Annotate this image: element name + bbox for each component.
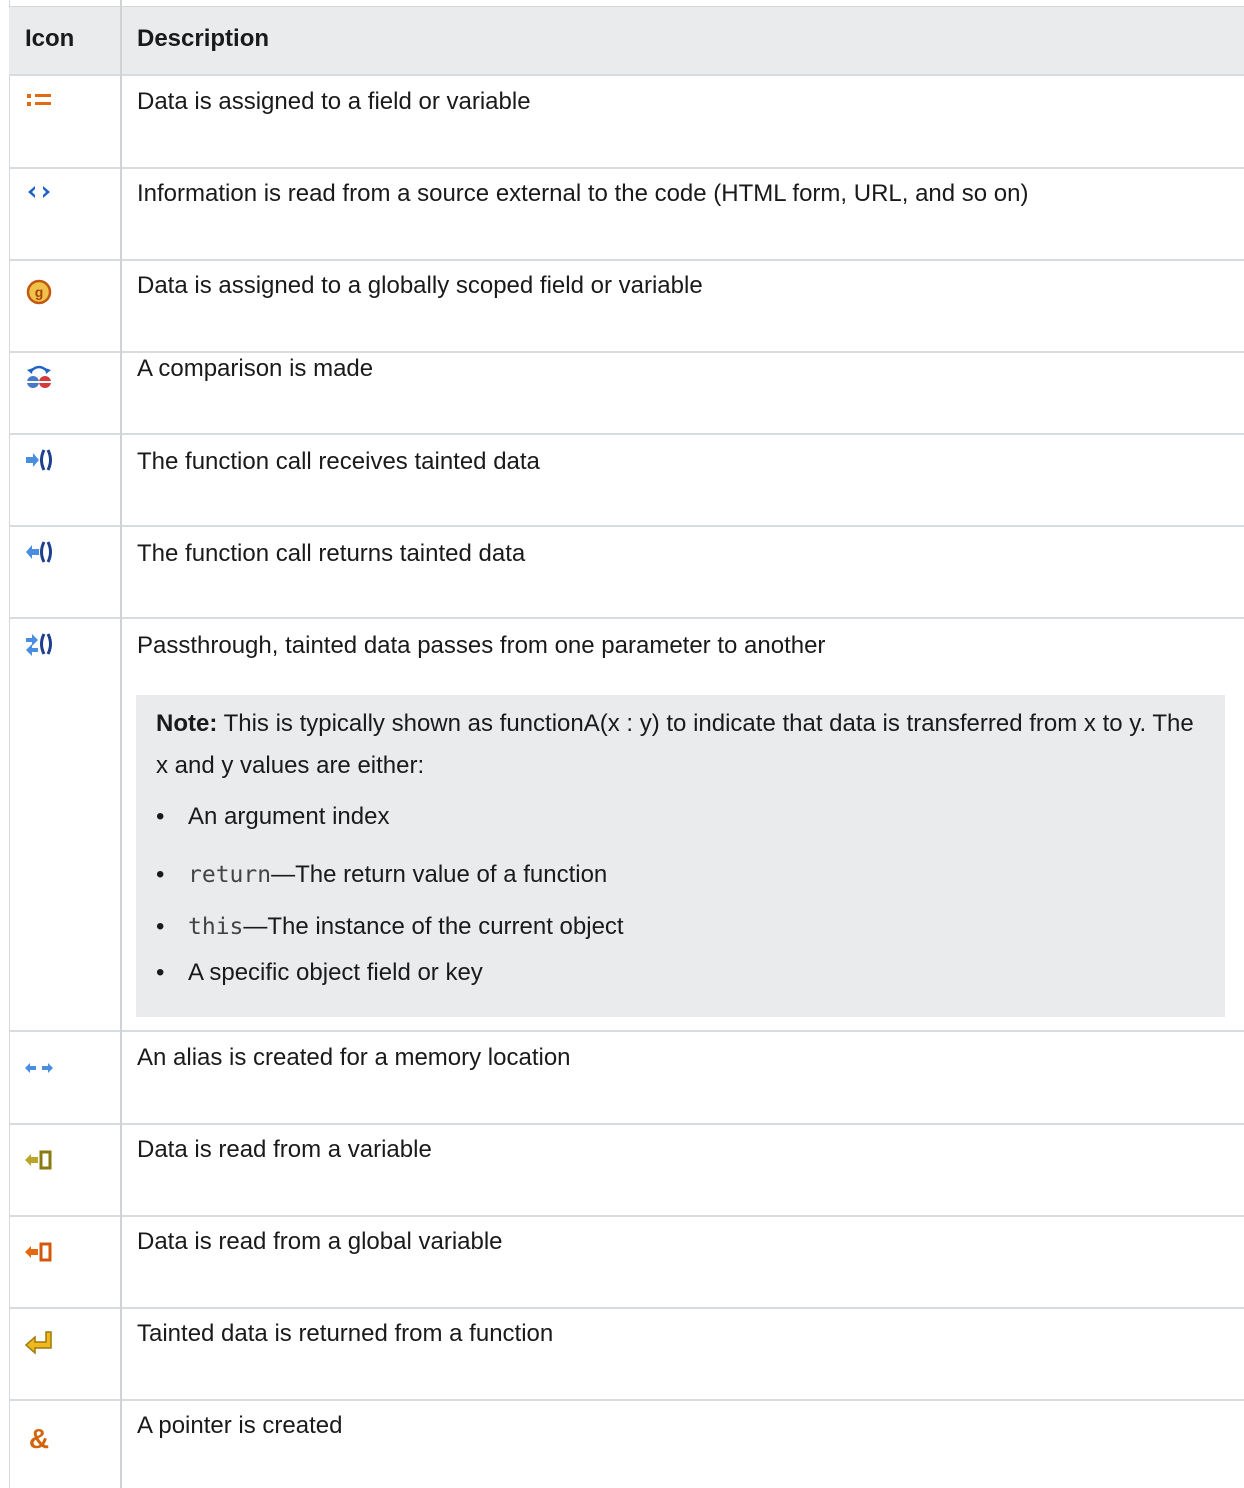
list-item: • return—The return value of a function <box>156 861 608 888</box>
row-description: The function call receives tainted data <box>137 448 540 475</box>
table-row: & A pointer is created <box>9 1401 1244 1488</box>
table-row: Tainted data is returned from a function <box>9 1309 1244 1401</box>
svg-text:g: g <box>35 284 44 300</box>
svg-text:&: & <box>29 1423 49 1453</box>
table-row: g Data is assigned to a globally scoped … <box>9 261 1244 353</box>
list-item: • An argument index <box>156 803 390 830</box>
table-row: Data is read from a variable <box>9 1125 1244 1217</box>
comparison-icon <box>24 361 54 391</box>
bullet-code: this <box>188 914 244 940</box>
external-read-icon <box>24 177 54 207</box>
table-row: The function call returns tainted data <box>9 527 1244 619</box>
row-description: An alias is created for a memory locatio… <box>137 1044 571 1071</box>
row-description: A pointer is created <box>137 1412 343 1439</box>
row-description: The function call returns tainted data <box>137 540 526 567</box>
header-icon: Icon <box>25 25 75 52</box>
row-description: Data is assigned to a field or variable <box>137 88 531 115</box>
note-label: Note: <box>156 710 218 737</box>
passthrough-icon <box>24 629 54 659</box>
bullet-text: An argument index <box>188 803 390 830</box>
note-text: This is typically shown as functionA(x :… <box>156 710 1194 779</box>
bullet-text: —The instance of the current object <box>243 913 624 940</box>
row-description: Information is read from a source extern… <box>137 180 1029 207</box>
row-description: Data is assigned to a globally scoped fi… <box>137 272 703 299</box>
call-returns-icon <box>24 537 54 567</box>
assign-icon <box>24 85 54 115</box>
read-variable-icon <box>24 1145 54 1175</box>
row-description: Passthrough, tainted data passes from on… <box>137 632 826 659</box>
note-box: Note: This is typically shown as functio… <box>136 695 1225 1017</box>
pointer-icon: & <box>24 1423 54 1453</box>
table-row: A comparison is made <box>9 353 1244 435</box>
header-description: Description <box>137 25 270 52</box>
row-description: Data is read from a variable <box>137 1136 432 1163</box>
table-row: Information is read from a source extern… <box>9 169 1244 261</box>
return-icon <box>24 1328 54 1358</box>
bullet-text: —The return value of a function <box>271 861 608 888</box>
list-item: • A specific object field or key <box>156 959 483 986</box>
bullet-code: return <box>188 862 272 888</box>
table-row: The function call receives tainted data <box>9 435 1244 527</box>
row-description: A comparison is made <box>137 355 374 382</box>
row-description: Data is read from a global variable <box>137 1228 503 1255</box>
alias-icon <box>24 1053 54 1083</box>
list-item: • this—The instance of the current object <box>156 913 624 940</box>
note-paragraph: Note: This is typically shown as functio… <box>156 703 1196 787</box>
read-global-variable-icon <box>24 1237 54 1267</box>
column-divider <box>120 0 122 1488</box>
table-row: Data is read from a global variable <box>9 1217 1244 1309</box>
bullet-text: A specific object field or key <box>188 959 483 986</box>
table-header-row: Icon Description <box>9 6 1244 76</box>
table-row: Data is assigned to a field or variable <box>9 76 1244 169</box>
table-row: An alias is created for a memory locatio… <box>9 1032 1244 1125</box>
call-receives-icon <box>24 445 54 475</box>
row-description: Tainted data is returned from a function <box>137 1320 554 1347</box>
icon-description-table: Icon Description Data is assigned to a f… <box>9 0 1244 1488</box>
global-assign-icon: g <box>24 277 54 307</box>
